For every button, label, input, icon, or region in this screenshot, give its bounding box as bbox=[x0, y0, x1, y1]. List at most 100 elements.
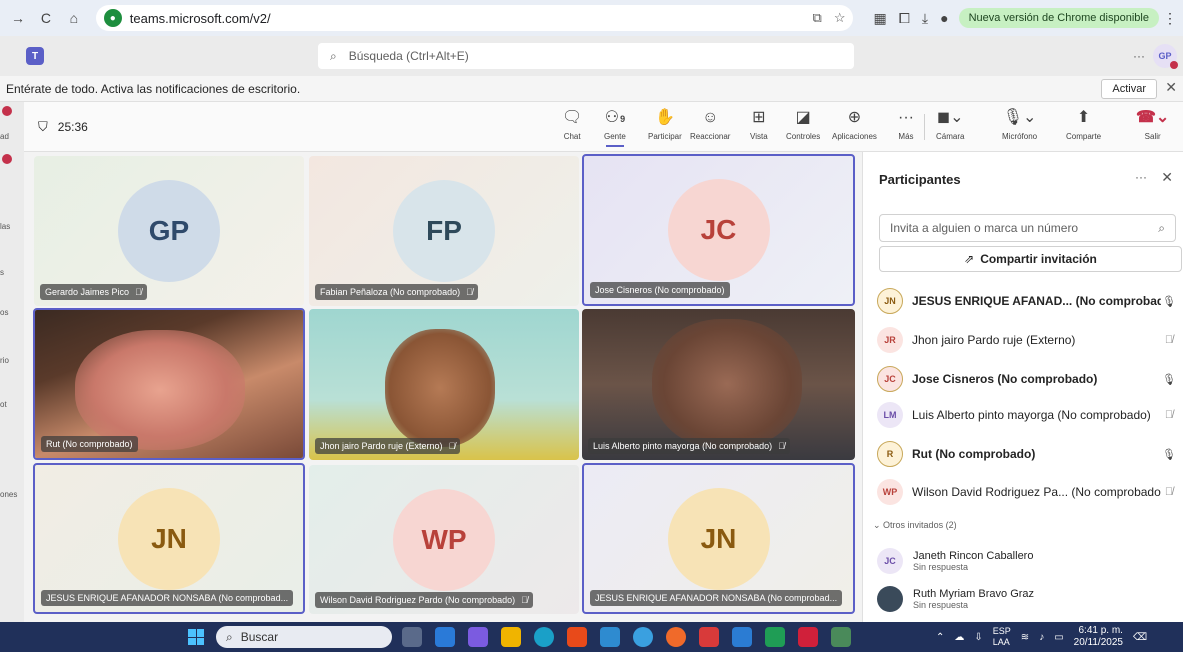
teams-search-input[interactable]: ⌕ Búsqueda (Ctrl+Alt+E) bbox=[318, 43, 854, 69]
view-button[interactable]: ⊞ Vista bbox=[750, 108, 768, 141]
calendar-app-icon[interactable] bbox=[600, 627, 620, 647]
chat-button[interactable]: 🗨 Chat bbox=[562, 108, 582, 141]
participant-avatar: JN bbox=[667, 487, 770, 590]
extensions-icon[interactable]: ⧠ bbox=[899, 10, 910, 27]
participant-name-tag: Jhon jairo Pardo ruje (Externo) 🎙̸ bbox=[315, 438, 461, 454]
user-avatar[interactable]: GP bbox=[1153, 44, 1178, 69]
system-clock[interactable]: 6:41 p. m. 20/11/2025 bbox=[1074, 625, 1123, 649]
browser-app-icon[interactable] bbox=[633, 627, 653, 647]
edge-icon[interactable] bbox=[534, 627, 554, 647]
rail-item-more[interactable]: ones bbox=[0, 490, 17, 499]
people-count: 9 bbox=[620, 114, 626, 124]
notification-text: Entérate de todo. Activa las notificacio… bbox=[6, 81, 301, 96]
security-app-icon[interactable] bbox=[699, 627, 719, 647]
reading-list-icon[interactable]: ▦ bbox=[873, 10, 886, 27]
grid-view-icon: ⊞ bbox=[752, 109, 766, 126]
volume-icon[interactable]: ♪ bbox=[1039, 632, 1044, 643]
video-tile[interactable]: FP Fabian Peñaloza (No comprobado) 🎙̸ bbox=[309, 156, 579, 306]
notification-icon[interactable]: ⌫ bbox=[1133, 632, 1147, 643]
video-tile[interactable]: WP Wilson David Rodriguez Pardo (No comp… bbox=[309, 465, 579, 614]
react-label: Reaccionar bbox=[690, 132, 731, 141]
teams-taskbar-icon[interactable] bbox=[468, 627, 488, 647]
raise-hand-button[interactable]: ✋ Participar bbox=[648, 108, 682, 141]
controls-label: Controles bbox=[786, 132, 821, 141]
video-tile[interactable]: JN JESUS ENRIQUE AFANADOR NONSABA (No co… bbox=[582, 463, 855, 614]
chrome-icon[interactable] bbox=[666, 627, 686, 647]
guest-row[interactable]: JC Janeth Rincon Caballero Sin respuesta bbox=[877, 544, 1177, 578]
video-tile[interactable]: Jhon jairo Pardo ruje (Externo) 🎙̸ bbox=[309, 309, 579, 460]
mic-muted-icon: 🎙̸ bbox=[778, 441, 785, 451]
participant-row[interactable]: R Rut (No comprobado) 🎙 bbox=[877, 437, 1177, 471]
invite-input[interactable]: Invita a alguien o marca un número ⌕ bbox=[879, 214, 1176, 242]
participant-row[interactable]: JN JESUS ENRIQUE AFANAD... (No comprobad… bbox=[877, 284, 1177, 318]
more-button[interactable]: ··· Más bbox=[898, 108, 914, 141]
participant-name-tag: Jose Cisneros (No comprobado) bbox=[590, 282, 730, 298]
rail-item-calls[interactable]: os bbox=[0, 308, 8, 317]
download-icon[interactable]: ⤓ bbox=[922, 10, 928, 27]
misc-app-icon[interactable] bbox=[831, 627, 851, 647]
address-bar[interactable]: ● teams.microsoft.com/v2/ ⧉ ☆ bbox=[95, 5, 854, 31]
usb-icon[interactable]: ⇩ bbox=[974, 632, 982, 643]
rail-item-files[interactable]: rio bbox=[0, 356, 9, 365]
panel-title: Participantes bbox=[879, 172, 961, 187]
activate-notifications-button[interactable]: Activar bbox=[1101, 79, 1157, 99]
participant-name: Luis Alberto pinto mayorga (No comprobad… bbox=[912, 408, 1151, 422]
reload-icon[interactable]: C bbox=[34, 6, 58, 30]
participant-row[interactable]: WP Wilson David Rodriguez Pa... (No comp… bbox=[877, 475, 1177, 509]
participant-row[interactable]: JC Jose Cisneros (No comprobado) 🎙 bbox=[877, 362, 1177, 396]
people-button[interactable]: ⚇9 Gente bbox=[604, 108, 626, 147]
file-explorer-icon[interactable] bbox=[501, 627, 521, 647]
forward-icon[interactable]: → bbox=[6, 6, 30, 30]
rail-item-activity[interactable]: ad bbox=[0, 132, 9, 141]
rail-item-apps[interactable]: ot bbox=[0, 400, 7, 409]
participant-row[interactable]: LM Luis Alberto pinto mayorga (No compro… bbox=[877, 398, 1177, 432]
battery-icon[interactable]: ▭ bbox=[1054, 632, 1063, 643]
more-options-icon[interactable]: ··· bbox=[1133, 49, 1145, 63]
store-icon[interactable] bbox=[435, 627, 455, 647]
chevron-up-icon[interactable]: ⌃ bbox=[936, 632, 944, 643]
word-icon[interactable] bbox=[732, 627, 752, 647]
close-icon[interactable]: ✕ bbox=[1165, 79, 1177, 96]
participant-avatar: LM bbox=[877, 402, 903, 428]
excel-icon[interactable] bbox=[765, 627, 785, 647]
office-icon[interactable] bbox=[567, 627, 587, 647]
leave-button[interactable]: ☎⌄ Salir bbox=[1136, 108, 1169, 141]
language-indicator[interactable]: ESP LAA bbox=[993, 626, 1011, 648]
windows-start-icon[interactable] bbox=[188, 629, 204, 645]
share-invite-button[interactable]: ⇗ Compartir invitación bbox=[879, 246, 1182, 272]
participant-avatar: GP bbox=[118, 180, 220, 282]
close-icon[interactable]: ✕ bbox=[1161, 169, 1173, 186]
browser-menu-icon[interactable]: ⋮ bbox=[1163, 10, 1177, 27]
video-tile[interactable]: Rut (No comprobado) bbox=[33, 308, 305, 460]
profile-icon[interactable]: ● bbox=[940, 10, 948, 26]
react-button[interactable]: ☺ Reaccionar bbox=[690, 108, 730, 141]
install-app-icon[interactable]: ⧉ bbox=[813, 10, 822, 26]
rail-item-calendar[interactable]: s bbox=[0, 268, 4, 277]
mic-on-icon: 🎙 bbox=[1162, 295, 1176, 308]
camera-button[interactable]: ◼⌄ Cámara bbox=[936, 108, 964, 141]
site-info-icon[interactable]: ● bbox=[103, 9, 122, 27]
search-icon: ⌕ bbox=[226, 629, 233, 644]
participant-row[interactable]: JR Jhon jairo Pardo ruje (Externo) 🎙̸ bbox=[877, 323, 1177, 357]
video-tile[interactable]: JN JESUS ENRIQUE AFANADOR NONSABA (No co… bbox=[33, 463, 305, 614]
guest-avatar: JC bbox=[877, 548, 903, 574]
video-tile[interactable]: JC Jose Cisneros (No comprobado) bbox=[582, 154, 855, 306]
task-view-icon[interactable] bbox=[402, 627, 422, 647]
wifi-icon[interactable]: ≋ bbox=[1021, 632, 1029, 643]
microphone-button[interactable]: 🎙⌄ Micrófono bbox=[1002, 108, 1037, 141]
share-button[interactable]: ⬆ Comparte bbox=[1066, 108, 1101, 141]
acrobat-icon[interactable] bbox=[798, 627, 818, 647]
controls-button[interactable]: ◪ Controles bbox=[786, 108, 820, 141]
rail-item-teams[interactable]: las bbox=[0, 222, 10, 231]
video-tile[interactable]: Luis Alberto pinto mayorga (No comprobad… bbox=[582, 309, 855, 460]
apps-button[interactable]: ⊕ Aplicaciones bbox=[832, 108, 877, 141]
home-icon[interactable]: ⌂ bbox=[62, 6, 86, 30]
other-guests-header[interactable]: ⌄ Otros invitados (2) bbox=[873, 520, 957, 531]
video-tile[interactable]: GP Gerardo Jaimes Pico 🎙̸ bbox=[34, 156, 304, 306]
taskbar-search[interactable]: ⌕ Buscar bbox=[216, 626, 392, 648]
more-options-icon[interactable]: ··· bbox=[1135, 170, 1147, 184]
chrome-update-button[interactable]: Nueva versión de Chrome disponible bbox=[958, 8, 1159, 28]
bookmark-star-icon[interactable]: ☆ bbox=[834, 10, 846, 26]
guest-row[interactable]: Ruth Myriam Bravo Graz Sin respuesta bbox=[877, 582, 1177, 616]
onedrive-icon[interactable]: ☁ bbox=[954, 632, 964, 643]
